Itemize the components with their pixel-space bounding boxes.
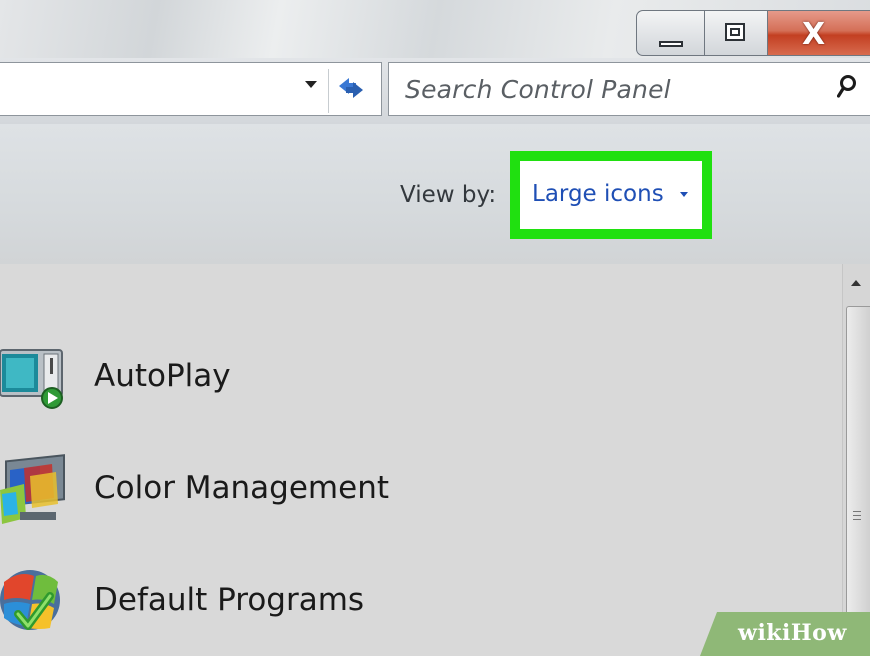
refresh-icon[interactable] [336,74,366,102]
view-options-band: View by: Large icons [0,124,870,264]
search-icon[interactable] [837,74,857,102]
close-icon: X [802,17,826,52]
search-placeholder: Search Control Panel [405,75,671,104]
watermark-text: wikiHow [738,620,847,646]
view-by-value[interactable]: Large icons [532,181,664,207]
address-separator [328,69,329,113]
autoplay-icon [0,349,63,409]
minimize-icon [659,41,683,47]
scroll-up-icon[interactable] [851,280,861,286]
window-controls: X [636,10,870,56]
address-bar[interactable] [0,62,382,116]
view-by-label: View by: [400,182,497,208]
close-button[interactable]: X [768,10,870,56]
list-item-color-management[interactable]: Color Management [0,450,842,530]
grip-icon [853,511,861,523]
color-management-icon [0,454,65,524]
view-by-dropdown[interactable]: Large icons [520,161,702,229]
item-label: AutoPlay [94,358,231,394]
chevron-down-icon[interactable] [305,81,317,88]
dropdown-caret-icon [680,192,688,197]
watermark: wikiHow [700,612,870,656]
item-label: Default Programs [94,582,365,618]
list-item-autoplay[interactable]: AutoPlay [0,338,842,418]
item-label: Color Management [94,470,389,506]
restore-icon [725,23,745,41]
minimize-button[interactable] [636,10,704,56]
scroll-thumb[interactable] [846,306,870,656]
title-bar: X [0,0,870,58]
control-panel-items: AutoPlay Color Management Default Progra… [0,264,842,656]
search-input[interactable]: Search Control Panel [388,62,870,116]
vertical-scrollbar[interactable] [842,264,870,656]
default-programs-icon [0,570,60,630]
restore-button[interactable] [704,10,768,56]
